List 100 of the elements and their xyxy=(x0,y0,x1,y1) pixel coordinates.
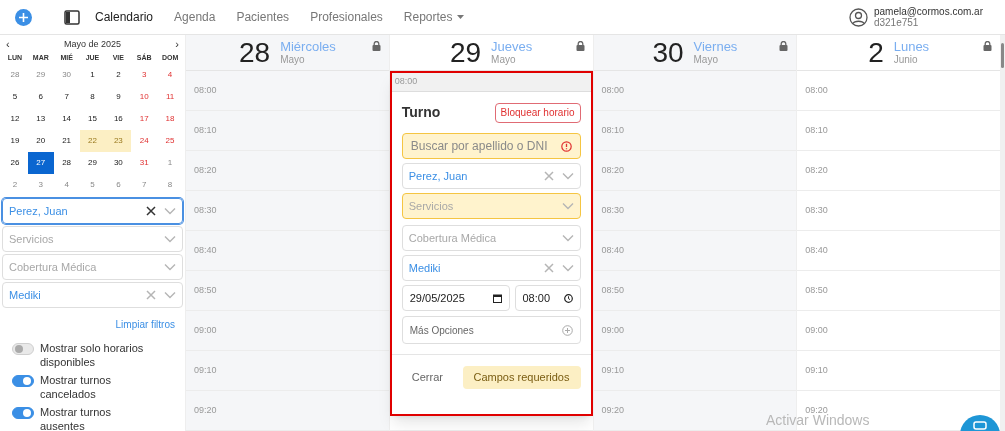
calendar-day[interactable]: 20 xyxy=(27,130,54,152)
calendar-day[interactable]: 1 xyxy=(79,64,106,86)
calendar-day[interactable]: 7 xyxy=(131,174,158,196)
calendar-day[interactable]: 23 xyxy=(105,130,132,152)
day-month: Mayo xyxy=(491,52,517,66)
user-icon[interactable] xyxy=(848,7,868,27)
calendar-day[interactable]: 29 xyxy=(27,64,54,86)
day-number: 2 xyxy=(868,38,884,67)
calendar-day[interactable]: 8 xyxy=(157,174,183,196)
time-slot-label: 08:30 xyxy=(805,205,828,215)
scrollbar-thumb[interactable] xyxy=(1001,43,1004,68)
toggle-label: Mostrar turnos cancelados xyxy=(40,373,112,401)
clear-filters-link[interactable]: Limpiar filtros xyxy=(115,317,175,332)
calendar-day[interactable]: 4 xyxy=(157,64,183,86)
day-number: 28 xyxy=(239,38,271,67)
time-slot-label: 08:50 xyxy=(601,285,625,295)
calendar-day[interactable]: 29 xyxy=(79,152,106,174)
toggle-switch[interactable] xyxy=(12,343,34,355)
calendar-day[interactable]: 6 xyxy=(105,174,132,196)
select-field[interactable]: Servicios xyxy=(2,226,183,252)
more-options-field[interactable]: Más Opciones xyxy=(401,316,581,344)
time-slot-label: 08:20 xyxy=(601,165,625,175)
calendar-day[interactable]: 2 xyxy=(2,174,28,196)
calendar-day[interactable]: 8 xyxy=(79,86,106,108)
time-slot-label: 08:10 xyxy=(194,125,217,135)
time-slot-label: 09:20 xyxy=(194,405,217,415)
calendar-day[interactable]: 22 xyxy=(79,130,106,152)
calendar-day[interactable]: 25 xyxy=(157,130,183,152)
select-field[interactable]: Mediki xyxy=(401,255,581,281)
toggle-switch[interactable] xyxy=(12,407,34,419)
calendar-day[interactable]: 19 xyxy=(2,130,28,152)
calendar-day[interactable]: 12 xyxy=(2,108,28,130)
time-slot-label: 08:40 xyxy=(805,245,828,255)
calendar-day[interactable]: 30 xyxy=(105,152,132,174)
calendar-day[interactable]: 28 xyxy=(2,64,28,86)
calendar-day[interactable]: 2 xyxy=(105,64,132,86)
calendar-day[interactable]: 18 xyxy=(157,108,183,130)
calendar-day[interactable]: 10 xyxy=(131,86,158,108)
calendar-day[interactable]: 17 xyxy=(131,108,158,130)
calendar-day[interactable]: 5 xyxy=(2,86,28,108)
add-button[interactable] xyxy=(15,8,32,26)
next-month-button[interactable]: › xyxy=(175,36,179,53)
select-field[interactable]: Cobertura Médica xyxy=(2,254,183,280)
block-schedule-button[interactable]: Bloquear horario xyxy=(494,102,581,123)
previous-month-button[interactable]: ‹ xyxy=(6,36,10,53)
time-slot-label: 08:10 xyxy=(601,125,625,135)
time-field[interactable]: 08:00 xyxy=(514,285,581,311)
toggle-label: Mostrar turnos ausentes xyxy=(40,405,112,431)
day-month: Mayo xyxy=(280,52,306,66)
day-number: 30 xyxy=(652,38,684,67)
time-slot-label: 08:30 xyxy=(194,205,217,215)
calendar-day[interactable]: 30 xyxy=(53,64,80,86)
calendar-day[interactable]: 9 xyxy=(105,86,132,108)
chevron-down-icon xyxy=(164,207,176,215)
date-field[interactable]: 29/05/2025 xyxy=(401,285,510,311)
time-slot-label: 09:20 xyxy=(601,405,625,415)
calendar-day[interactable]: 28 xyxy=(53,152,80,174)
sidebar-toggle-icon[interactable] xyxy=(64,9,80,25)
calendar-day[interactable]: 26 xyxy=(2,152,28,174)
time-slot-label: 08:20 xyxy=(194,165,217,175)
select-field[interactable]: Mediki xyxy=(2,282,183,308)
patient-search-field[interactable]: Buscar por apellido o DNI xyxy=(401,133,581,159)
calendar-day[interactable]: 16 xyxy=(105,108,132,130)
close-button[interactable]: Cerrar xyxy=(401,366,453,389)
calendar-day[interactable]: 3 xyxy=(131,64,158,86)
time-slot-label: 08:10 xyxy=(805,125,828,135)
nav-link[interactable]: Pacientes xyxy=(236,8,290,26)
time-slot-label: 08:50 xyxy=(805,285,828,295)
toggle-switch[interactable] xyxy=(12,375,34,387)
nav-link[interactable]: Calendario xyxy=(95,8,154,26)
time-slot-label: 09:00 xyxy=(805,325,828,335)
nav-link[interactable]: Reportes xyxy=(403,8,464,26)
calendar-day[interactable]: 4 xyxy=(53,174,80,196)
select-field[interactable]: Perez, Juan xyxy=(2,198,183,224)
required-fields-button[interactable]: Campos requeridos xyxy=(462,366,581,389)
calendar-day[interactable]: 21 xyxy=(53,130,80,152)
calendar-day[interactable]: 3 xyxy=(27,174,54,196)
time-slot-label: 08:00 xyxy=(194,85,217,95)
calendar-day[interactable]: 11 xyxy=(157,86,183,108)
calendar-day[interactable]: 14 xyxy=(53,108,80,130)
calendar-day[interactable]: 15 xyxy=(79,108,106,130)
select-field[interactable]: Perez, Juan xyxy=(401,163,581,189)
calendar-day[interactable]: 31 xyxy=(131,152,158,174)
plus-icon xyxy=(19,12,28,22)
nav-link[interactable]: Profesionales xyxy=(310,8,383,26)
calendar-day[interactable]: 24 xyxy=(131,130,158,152)
calendar-day[interactable]: 6 xyxy=(27,86,54,108)
time-slot-label: 09:10 xyxy=(601,365,625,375)
error-icon xyxy=(560,140,572,152)
calendar-day[interactable]: 1 xyxy=(157,152,183,174)
select-field[interactable]: Cobertura Médica xyxy=(401,225,581,251)
calendar-day[interactable]: 5 xyxy=(79,174,106,196)
calendar-day[interactable]: 13 xyxy=(27,108,54,130)
calendar-day[interactable]: 7 xyxy=(53,86,80,108)
calendar-day[interactable]: 27 xyxy=(27,152,54,174)
day-weekday: Lunes xyxy=(893,39,930,53)
time-slot-label: 08:00 xyxy=(601,85,625,95)
clear-icon[interactable] xyxy=(146,206,156,216)
nav-link[interactable]: Agenda xyxy=(174,8,216,26)
time-slot-label: 09:00 xyxy=(601,325,625,335)
